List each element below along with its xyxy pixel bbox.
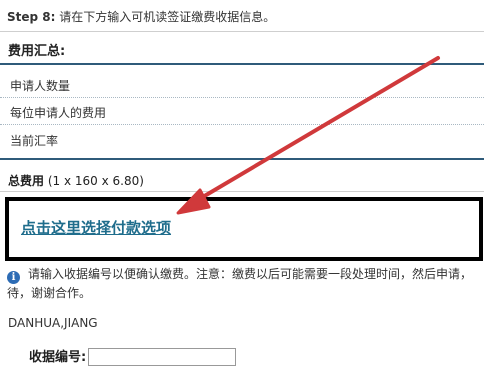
applicant-name: DANHUA,JIANG: [8, 316, 98, 330]
divider: [0, 191, 484, 192]
fee-row-exchange-rate: 当前汇率: [10, 134, 59, 148]
total-fee-formula: (1 x 160 x 6.80): [47, 174, 144, 188]
fee-row-applicant-count: 申请人数量: [10, 79, 71, 93]
total-fee-label: 总费用: [8, 174, 45, 188]
step-label: Step 8:: [7, 10, 56, 24]
step-instruction: Step 8: 请在下方输入可机读签证缴费收据信息。: [7, 8, 275, 25]
info-text-line1: 请输入收据编号以便确认缴费。注意：缴费以后可能需要一段处理时间，然后申请，: [28, 267, 473, 281]
row-separator: [0, 124, 484, 125]
fee-row-fee-per-applicant: 每位申请人的费用: [10, 106, 107, 120]
info-icon: i: [7, 271, 20, 284]
receipt-number-label: 收据编号:: [29, 350, 87, 365]
step-text: 请在下方输入可机读签证缴费收据信息。: [55, 10, 276, 24]
section-divider-top: [0, 63, 484, 65]
fee-summary-title: 费用汇总:: [8, 44, 66, 59]
annotation-arrow-icon: [176, 56, 440, 215]
payment-options-box: 点击这里选择付款选项: [5, 197, 483, 261]
row-separator: [0, 97, 484, 98]
info-message: i 请输入收据编号以便确认缴费。注意：缴费以后可能需要一段处理时间，然后申请，: [7, 265, 472, 284]
receipt-number-input[interactable]: [88, 348, 236, 366]
section-divider-bottom: [0, 158, 484, 160]
divider: [0, 31, 484, 32]
select-payment-option-link[interactable]: 点击这里选择付款选项: [21, 217, 171, 238]
info-text-line2: 待，谢谢合作。: [7, 286, 92, 300]
total-fee: 总费用 (1 x 160 x 6.80): [8, 172, 144, 189]
